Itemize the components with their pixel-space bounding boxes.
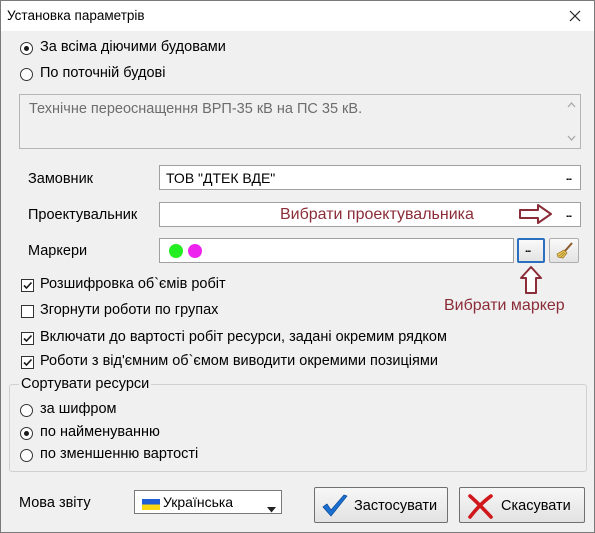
customer-browse-button[interactable]: ... [559, 168, 578, 187]
option-label-2: Включати до вартості робіт ресурси, зада… [40, 329, 447, 345]
option-label-3: Роботи з від'ємним об`ємом виводити окре… [40, 353, 438, 369]
arrow-up-icon [520, 265, 542, 298]
description-scrollbar[interactable] [563, 95, 580, 148]
choose-marker-button[interactable]: ... [517, 238, 545, 263]
apply-button-label: Застосувати [354, 498, 438, 514]
sort-label-1: по найменуванню [40, 424, 160, 440]
language-label: Мова звіту [19, 495, 91, 511]
customer-label: Замовник [28, 171, 94, 187]
markers-field[interactable] [159, 238, 514, 263]
language-value: Українська [163, 494, 234, 510]
marker-green[interactable] [169, 244, 183, 258]
scope-all-label: За всіма діючими будовами [40, 39, 226, 55]
checkmark-icon [321, 493, 349, 522]
arrow-right-icon [518, 204, 554, 227]
chevron-down-icon [267, 500, 276, 516]
sort-label-2: по зменшенню вартості [40, 446, 199, 462]
choose-marker-annotation: Вибрати маркер [444, 297, 565, 314]
clear-markers-button[interactable] [549, 238, 579, 263]
scope-all-radio[interactable] [20, 42, 33, 55]
option-label-0: Розшифровка об`ємів робіт [40, 276, 226, 292]
choose-marker-dots: ... [525, 244, 531, 255]
designer-browse-button[interactable]: ... [559, 205, 578, 224]
cancel-button-label: Скасувати [501, 498, 571, 514]
cancel-x-icon [466, 493, 494, 522]
broom-icon [556, 242, 574, 263]
scope-current-label: По поточній будові [40, 65, 166, 81]
sort-radio-2[interactable] [20, 449, 33, 462]
customer-field[interactable]: ТОВ "ДТЕК ВДЕ" ... [159, 165, 581, 190]
marker-magenta[interactable] [188, 244, 202, 258]
scope-current-radio[interactable] [20, 68, 33, 81]
option-checkbox-2[interactable] [21, 332, 34, 345]
designer-label: Проектувальник [28, 207, 138, 223]
close-icon[interactable] [564, 5, 586, 27]
option-checkbox-3[interactable] [21, 356, 34, 369]
title-bar: Установка параметрів [1, 1, 594, 31]
choose-designer-annotation: Вибрати проектувальника [280, 206, 474, 223]
apply-button[interactable]: Застосувати [314, 487, 448, 523]
markers-label: Маркери [28, 243, 88, 259]
construction-description[interactable]: Технічне переоснащення ВРП-35 кВ на ПС 3… [19, 94, 581, 149]
option-checkbox-0[interactable] [21, 279, 34, 292]
sort-label-0: за шифром [40, 401, 117, 417]
customer-value: ТОВ "ДТЕК ВДЕ" [166, 170, 276, 186]
option-checkbox-1[interactable] [21, 305, 34, 318]
sort-radio-1[interactable] [20, 427, 33, 440]
language-select[interactable]: Українська [134, 490, 282, 514]
ukraine-flag-icon [142, 497, 160, 510]
description-text: Технічне переоснащення ВРП-35 кВ на ПС 3… [29, 101, 363, 117]
settings-dialog: Установка параметрів За всіма діючими бу… [0, 0, 595, 533]
option-label-1: Згорнути роботи по групах [40, 302, 219, 318]
window-title: Установка параметрів [7, 8, 145, 23]
sort-radio-0[interactable] [20, 404, 33, 417]
sort-group-title: Сортувати ресурси [19, 376, 152, 392]
cancel-button[interactable]: Скасувати [459, 487, 585, 523]
